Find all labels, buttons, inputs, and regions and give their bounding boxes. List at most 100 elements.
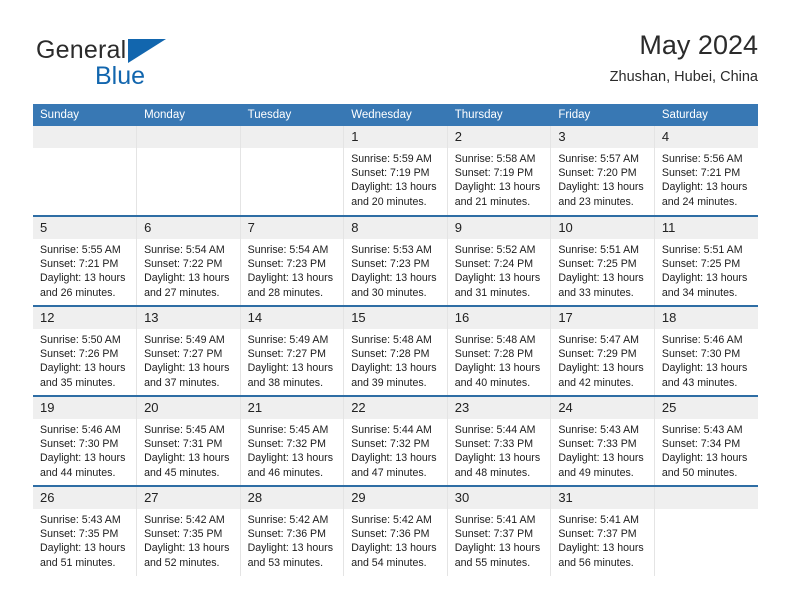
- calendar-day-cell[interactable]: 12 Sunrise: 5:50 AM Sunset: 7:26 PM Dayligh…: [33, 305, 138, 396]
- day-number: 12: [33, 307, 137, 329]
- day-sun-info: Sunrise: 5:47 AM Sunset: 7:29 PM Daylight:…: [551, 329, 654, 390]
- sunset-text: Sunset: 7:21 PM: [40, 258, 119, 271]
- day-sun-info: Sunrise: 5:57 AM Sunset: 7:20 PM Daylight:…: [551, 148, 654, 209]
- calendar-day-cell[interactable]: 13 Sunrise: 5:49 AM Sunset: 7:27 PM Dayligh…: [136, 305, 241, 396]
- calendar-day-cell[interactable]: 17 Sunrise: 5:47 AM Sunset: 7:29 PM Dayligh…: [550, 305, 655, 396]
- day-sun-info: Sunrise: 5:50 AM Sunset: 7:26 PM Daylight:…: [33, 329, 136, 390]
- sunset-text: Sunset: 7:32 PM: [247, 438, 326, 451]
- calendar-day-cell[interactable]: 5 Sunrise: 5:55 AM Sunset: 7:21 PM Daylight…: [33, 215, 138, 306]
- sunset-text: Sunset: 7:23 PM: [247, 258, 326, 271]
- calendar-day-cell[interactable]: 11 Sunrise: 5:51 AM Sunset: 7:25 PM Dayligh…: [654, 215, 758, 306]
- calendar-day-cell[interactable]: 24 Sunrise: 5:43 AM Sunset: 7:33 PM Dayligh…: [550, 395, 655, 486]
- calendar-day-cell[interactable]: 28 Sunrise: 5:42 AM Sunset: 7:36 PM Dayligh…: [240, 485, 345, 576]
- daylight-text-line2: and 47 minutes.: [351, 466, 427, 479]
- calendar-day-cell[interactable]: 25 Sunrise: 5:43 AM Sunset: 7:34 PM Dayligh…: [654, 395, 758, 486]
- calendar-week-row: 1 Sunrise: 5:59 AM Sunset: 7:19 PM Daylight…: [33, 126, 758, 216]
- calendar-day-cell[interactable]: 14 Sunrise: 5:49 AM Sunset: 7:27 PM Dayligh…: [240, 305, 345, 396]
- calendar-week-row: 12 Sunrise: 5:50 AM Sunset: 7:26 PM Dayligh…: [33, 305, 758, 396]
- daylight-text-line2: and 35 minutes.: [40, 376, 116, 389]
- day-number: 1: [344, 126, 447, 148]
- sunrise-text: Sunrise: 5:51 AM: [661, 244, 743, 256]
- day-number: [33, 126, 137, 148]
- sunset-text: Sunset: 7:37 PM: [454, 528, 534, 541]
- day-number: 14: [240, 307, 344, 329]
- day-sun-info: Sunrise: 5:49 AM Sunset: 7:27 PM Daylight:…: [241, 329, 344, 390]
- daylight-text-line1: Daylight: 13 hours: [144, 272, 230, 285]
- calendar-day-cell[interactable]: 21 Sunrise: 5:45 AM Sunset: 7:32 PM Dayligh…: [240, 395, 345, 486]
- calendar-day-cell[interactable]: 16 Sunrise: 5:48 AM Sunset: 7:28 PM Dayligh…: [447, 305, 552, 396]
- calendar-day-cell[interactable]: 20 Sunrise: 5:45 AM Sunset: 7:31 PM Dayligh…: [136, 395, 241, 486]
- day-number: 3: [551, 126, 654, 148]
- daylight-text-line2: and 27 minutes.: [144, 286, 220, 299]
- sunset-text: Sunset: 7:21 PM: [661, 167, 741, 180]
- day-sun-info: Sunrise: 5:42 AM Sunset: 7:36 PM Daylight:…: [241, 509, 344, 570]
- daylight-text-line1: Daylight: 13 hours: [351, 181, 437, 194]
- day-sun-info: Sunrise: 5:58 AM Sunset: 7:19 PM Daylight:…: [448, 148, 551, 209]
- daylight-text-line1: Daylight: 13 hours: [144, 362, 230, 375]
- day-sun-info: Sunrise: 5:43 AM Sunset: 7:34 PM Daylight:…: [655, 419, 758, 480]
- sunrise-text: Sunrise: 5:43 AM: [558, 424, 639, 436]
- sunset-text: Sunset: 7:33 PM: [558, 438, 637, 451]
- calendar-day-cell-empty: [33, 126, 138, 216]
- day-number: [240, 126, 344, 148]
- page-header: General Blue May 2024 Zhushan, Hubei, Ch…: [33, 28, 758, 98]
- sunrise-text: Sunrise: 5:46 AM: [661, 334, 743, 346]
- calendar-day-cell[interactable]: 29 Sunrise: 5:42 AM Sunset: 7:36 PM Dayligh…: [343, 485, 448, 576]
- weekday-header-monday: Monday: [136, 104, 241, 126]
- daylight-text-line1: Daylight: 13 hours: [247, 272, 334, 285]
- daylight-text-line2: and 56 minutes.: [558, 556, 634, 569]
- calendar-day-cell[interactable]: 31 Sunrise: 5:41 AM Sunset: 7:37 PM Dayligh…: [550, 485, 655, 576]
- general-blue-logo[interactable]: General Blue: [33, 36, 283, 92]
- sunset-text: Sunset: 7:27 PM: [247, 348, 326, 361]
- calendar-day-cell[interactable]: 26 Sunrise: 5:43 AM Sunset: 7:35 PM Dayligh…: [33, 485, 138, 576]
- sunrise-sunset-calendar: Sunday Monday Tuesday Wednesday Thursday…: [33, 104, 758, 576]
- day-number: 13: [137, 307, 240, 329]
- day-sun-info: Sunrise: 5:44 AM Sunset: 7:33 PM Daylight:…: [448, 419, 551, 480]
- calendar-day-cell[interactable]: 10 Sunrise: 5:51 AM Sunset: 7:25 PM Dayligh…: [550, 215, 655, 306]
- calendar-day-cell[interactable]: 6 Sunrise: 5:54 AM Sunset: 7:22 PM Daylight…: [136, 215, 241, 306]
- sunrise-text: Sunrise: 5:58 AM: [454, 153, 536, 165]
- daylight-text-line1: Daylight: 13 hours: [661, 362, 748, 375]
- calendar-day-cell[interactable]: 18 Sunrise: 5:46 AM Sunset: 7:30 PM Dayligh…: [654, 305, 758, 396]
- calendar-day-cell[interactable]: 3 Sunrise: 5:57 AM Sunset: 7:20 PM Daylight…: [550, 126, 655, 216]
- calendar-day-cell-empty: [136, 126, 241, 216]
- day-number: 17: [551, 307, 654, 329]
- calendar-day-cell[interactable]: 7 Sunrise: 5:54 AM Sunset: 7:23 PM Daylight…: [240, 215, 345, 306]
- calendar-day-cell[interactable]: 23 Sunrise: 5:44 AM Sunset: 7:33 PM Dayligh…: [447, 395, 552, 486]
- sunset-text: Sunset: 7:25 PM: [558, 258, 637, 271]
- sunrise-text: Sunrise: 5:51 AM: [558, 244, 639, 256]
- calendar-day-cell[interactable]: 22 Sunrise: 5:44 AM Sunset: 7:32 PM Dayligh…: [343, 395, 448, 486]
- day-sun-info: Sunrise: 5:43 AM Sunset: 7:33 PM Daylight:…: [551, 419, 654, 480]
- day-sun-info: Sunrise: 5:59 AM Sunset: 7:19 PM Daylight:…: [344, 148, 447, 209]
- sunrise-text: Sunrise: 5:41 AM: [454, 514, 536, 526]
- daylight-text-line1: Daylight: 13 hours: [144, 452, 230, 465]
- sunrise-text: Sunrise: 5:42 AM: [351, 514, 432, 526]
- day-sun-info: Sunrise: 5:56 AM Sunset: 7:21 PM Daylight:…: [655, 148, 758, 209]
- sunset-text: Sunset: 7:36 PM: [247, 528, 326, 541]
- weekday-header-saturday: Saturday: [654, 104, 758, 126]
- calendar-day-cell[interactable]: 9 Sunrise: 5:52 AM Sunset: 7:24 PM Daylight…: [447, 215, 552, 306]
- daylight-text-line1: Daylight: 13 hours: [454, 181, 541, 194]
- day-number: 25: [654, 397, 758, 419]
- day-number: 28: [240, 487, 344, 509]
- day-number: 5: [33, 217, 137, 239]
- day-number: 30: [447, 487, 551, 509]
- sunrise-text: Sunrise: 5:47 AM: [558, 334, 639, 346]
- daylight-text-line2: and 51 minutes.: [40, 556, 116, 569]
- calendar-day-cell[interactable]: 19 Sunrise: 5:46 AM Sunset: 7:30 PM Dayligh…: [33, 395, 138, 486]
- daylight-text-line1: Daylight: 13 hours: [144, 542, 230, 555]
- calendar-day-cell[interactable]: 30 Sunrise: 5:41 AM Sunset: 7:37 PM Dayligh…: [447, 485, 552, 576]
- sunset-text: Sunset: 7:29 PM: [558, 348, 637, 361]
- sunrise-text: Sunrise: 5:42 AM: [144, 514, 225, 526]
- calendar-day-cell[interactable]: 1 Sunrise: 5:59 AM Sunset: 7:19 PM Daylight…: [343, 126, 448, 216]
- calendar-day-cell[interactable]: 2 Sunrise: 5:58 AM Sunset: 7:19 PM Daylight…: [447, 126, 552, 216]
- sunrise-text: Sunrise: 5:48 AM: [351, 334, 432, 346]
- sunset-text: Sunset: 7:30 PM: [661, 348, 741, 361]
- day-number: 20: [137, 397, 240, 419]
- daylight-text-line1: Daylight: 13 hours: [558, 272, 644, 285]
- calendar-day-cell[interactable]: 4 Sunrise: 5:56 AM Sunset: 7:21 PM Daylight…: [654, 126, 758, 216]
- calendar-day-cell[interactable]: 8 Sunrise: 5:53 AM Sunset: 7:23 PM Daylight…: [343, 215, 448, 306]
- calendar-day-cell[interactable]: 15 Sunrise: 5:48 AM Sunset: 7:28 PM Dayligh…: [343, 305, 448, 396]
- calendar-week-row: 19 Sunrise: 5:46 AM Sunset: 7:30 PM Dayligh…: [33, 395, 758, 486]
- calendar-day-cell[interactable]: 27 Sunrise: 5:42 AM Sunset: 7:35 PM Dayligh…: [136, 485, 241, 576]
